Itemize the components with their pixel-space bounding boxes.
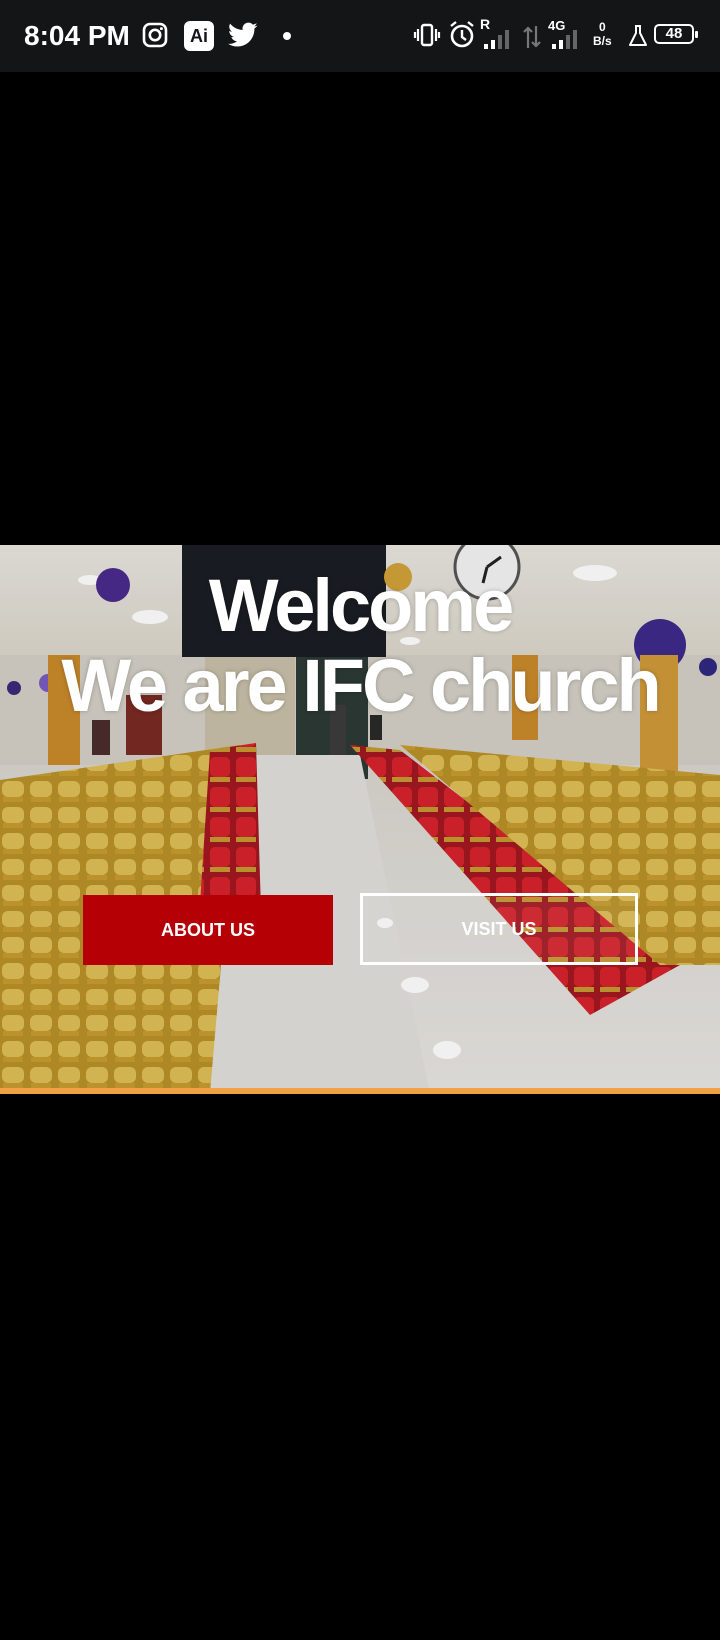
ai-app-icon: Ai	[184, 21, 214, 51]
church-name-heading: We are IFC church	[61, 644, 661, 727]
visit-us-button[interactable]: VISIT US	[360, 893, 638, 965]
vibrate-icon	[413, 23, 441, 47]
twitter-icon	[228, 22, 258, 47]
network-speed-unit: B/s	[593, 34, 612, 48]
status-time: 8:04 PM	[24, 20, 130, 51]
data-transfer-icon	[523, 26, 541, 48]
signal-r-icon	[484, 30, 509, 49]
welcome-heading: Welcome	[208, 564, 515, 647]
status-bar: 8:04 PM Ai R 4G 0 B/s 48	[0, 0, 720, 72]
battery-level: 48	[665, 25, 683, 42]
signal-4g-icon	[552, 30, 577, 49]
alarm-icon	[450, 21, 474, 48]
network-speed: 0 B/s	[593, 20, 612, 48]
instagram-icon	[142, 22, 168, 48]
about-us-button[interactable]: ABOUT US	[83, 895, 333, 965]
network-speed-value: 0	[599, 20, 606, 34]
accent-bar	[0, 1088, 720, 1094]
hero-banner: Welcome We are IFC church ABOUT US VISIT…	[0, 545, 720, 1093]
lab-icon	[629, 25, 647, 46]
battery-icon: 48	[654, 24, 698, 44]
dot-icon	[283, 32, 291, 40]
